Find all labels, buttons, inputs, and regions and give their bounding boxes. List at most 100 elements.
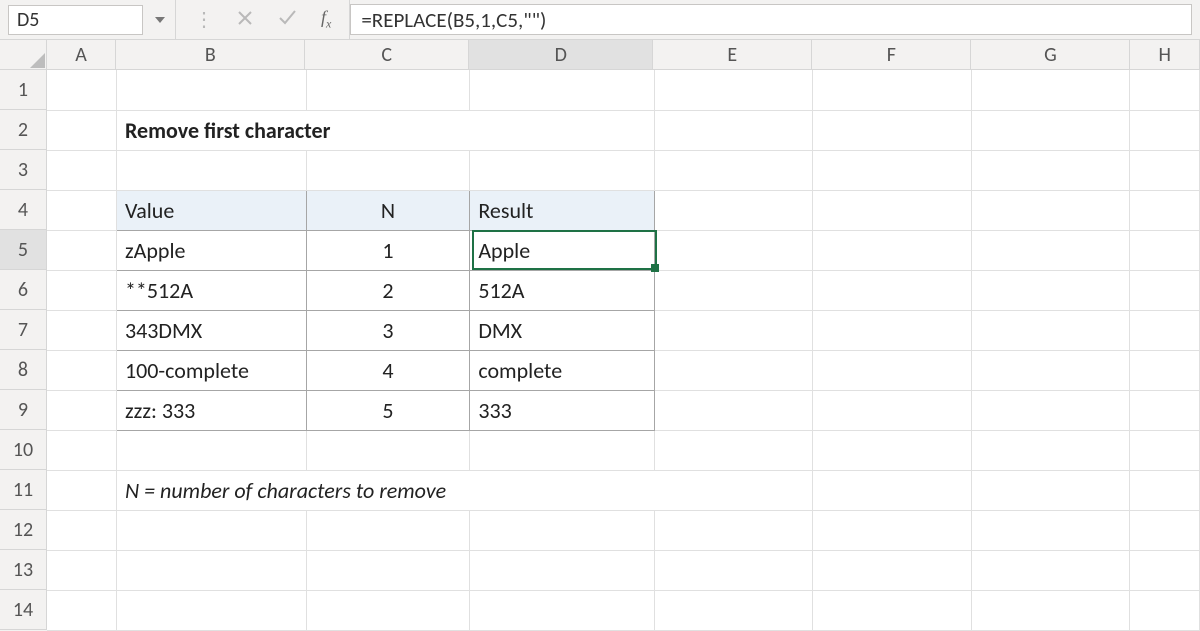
row-header-2[interactable]: 2	[0, 110, 47, 150]
cell[interactable]	[813, 550, 972, 590]
table-header-n[interactable]: N	[306, 190, 470, 230]
cell[interactable]	[654, 510, 813, 550]
insert-function-button[interactable]: fx	[321, 7, 331, 32]
cell[interactable]	[47, 270, 116, 310]
col-header-A[interactable]: A	[47, 40, 117, 70]
cell[interactable]	[306, 430, 470, 470]
table-row[interactable]: 3	[306, 310, 470, 350]
row-header-1[interactable]: 1	[0, 70, 47, 110]
cell[interactable]	[654, 110, 813, 150]
table-row[interactable]: 100-complete	[116, 350, 306, 390]
cell[interactable]	[654, 150, 813, 190]
col-header-E[interactable]: E	[653, 40, 812, 70]
cell[interactable]	[971, 190, 1130, 230]
cell[interactable]	[971, 270, 1130, 310]
cell[interactable]	[971, 310, 1130, 350]
cell[interactable]	[971, 390, 1130, 430]
table-row[interactable]: 4	[306, 350, 470, 390]
cell[interactable]	[116, 430, 306, 470]
cell[interactable]	[971, 150, 1130, 190]
cell[interactable]	[813, 70, 972, 110]
cell[interactable]	[971, 350, 1130, 390]
cell[interactable]	[654, 590, 813, 630]
enter-button[interactable]	[277, 7, 297, 33]
table-row[interactable]: **512A	[116, 270, 306, 310]
cell[interactable]	[47, 150, 116, 190]
cell[interactable]	[813, 190, 972, 230]
cell[interactable]	[971, 430, 1130, 470]
cell[interactable]	[1130, 310, 1200, 350]
cell[interactable]	[971, 550, 1130, 590]
table-row[interactable]: complete	[470, 350, 654, 390]
row-header-14[interactable]: 14	[0, 590, 47, 630]
row-header-4[interactable]: 4	[0, 190, 47, 230]
table-row[interactable]: DMX	[470, 310, 654, 350]
cell[interactable]	[47, 550, 116, 590]
cell[interactable]	[1130, 230, 1200, 270]
table-row[interactable]: zzz: 333	[116, 390, 306, 430]
cell[interactable]	[654, 270, 813, 310]
table-row[interactable]: Apple	[470, 230, 654, 270]
cell[interactable]	[47, 70, 116, 110]
cell[interactable]	[1130, 70, 1200, 110]
cell[interactable]	[1130, 510, 1200, 550]
cell[interactable]	[971, 470, 1130, 510]
cell[interactable]	[813, 470, 972, 510]
cell[interactable]	[116, 590, 306, 630]
cell[interactable]	[470, 550, 654, 590]
cell[interactable]	[47, 110, 116, 150]
cell[interactable]	[1130, 390, 1200, 430]
formula-input[interactable]: =REPLACE(B5,1,C5,"")	[350, 4, 1192, 35]
cell[interactable]	[1130, 150, 1200, 190]
cell[interactable]	[47, 350, 116, 390]
cell[interactable]	[654, 390, 813, 430]
table-header-result[interactable]: Result	[470, 190, 654, 230]
cell[interactable]	[47, 430, 116, 470]
cell[interactable]	[47, 310, 116, 350]
cell[interactable]	[1130, 190, 1200, 230]
cell[interactable]	[971, 70, 1130, 110]
cell[interactable]	[116, 70, 306, 110]
note-cell[interactable]: N = number of characters to remove	[116, 470, 812, 510]
cell[interactable]	[470, 70, 654, 110]
cell[interactable]	[971, 590, 1130, 630]
row-header-11[interactable]: 11	[0, 470, 47, 510]
table-row[interactable]: 1	[306, 230, 470, 270]
cell[interactable]	[306, 70, 470, 110]
table-row[interactable]: 512A	[470, 270, 654, 310]
cell[interactable]	[813, 590, 972, 630]
cell[interactable]	[470, 430, 654, 470]
cell[interactable]	[1130, 350, 1200, 390]
cell[interactable]	[813, 310, 972, 350]
cell[interactable]	[116, 550, 306, 590]
name-box-dropdown[interactable]	[149, 5, 171, 35]
cell[interactable]	[470, 590, 654, 630]
cell[interactable]	[470, 510, 654, 550]
select-all-corner[interactable]	[0, 40, 47, 70]
row-header-8[interactable]: 8	[0, 350, 47, 390]
cell[interactable]	[470, 150, 654, 190]
cell[interactable]	[47, 190, 116, 230]
row-header-5[interactable]: 5	[0, 230, 47, 270]
cell[interactable]	[1130, 470, 1200, 510]
col-header-D[interactable]: D	[469, 40, 653, 70]
name-box[interactable]: D5	[8, 5, 143, 35]
row-header-13[interactable]: 13	[0, 550, 47, 590]
cell[interactable]	[1130, 590, 1200, 630]
row-header-12[interactable]: 12	[0, 510, 47, 550]
cell[interactable]	[1130, 110, 1200, 150]
table-row[interactable]: zApple	[116, 230, 306, 270]
title-cell[interactable]: Remove first character	[116, 110, 654, 150]
cell[interactable]	[1130, 430, 1200, 470]
cell[interactable]	[813, 390, 972, 430]
col-header-C[interactable]: C	[305, 40, 469, 70]
cell[interactable]	[1130, 270, 1200, 310]
cell[interactable]	[654, 430, 813, 470]
cancel-button[interactable]	[237, 8, 253, 32]
cell[interactable]	[813, 110, 972, 150]
cell[interactable]	[654, 350, 813, 390]
table-row[interactable]: 5	[306, 390, 470, 430]
row-header-6[interactable]: 6	[0, 270, 47, 310]
cell[interactable]	[116, 510, 306, 550]
col-header-G[interactable]: G	[971, 40, 1130, 70]
